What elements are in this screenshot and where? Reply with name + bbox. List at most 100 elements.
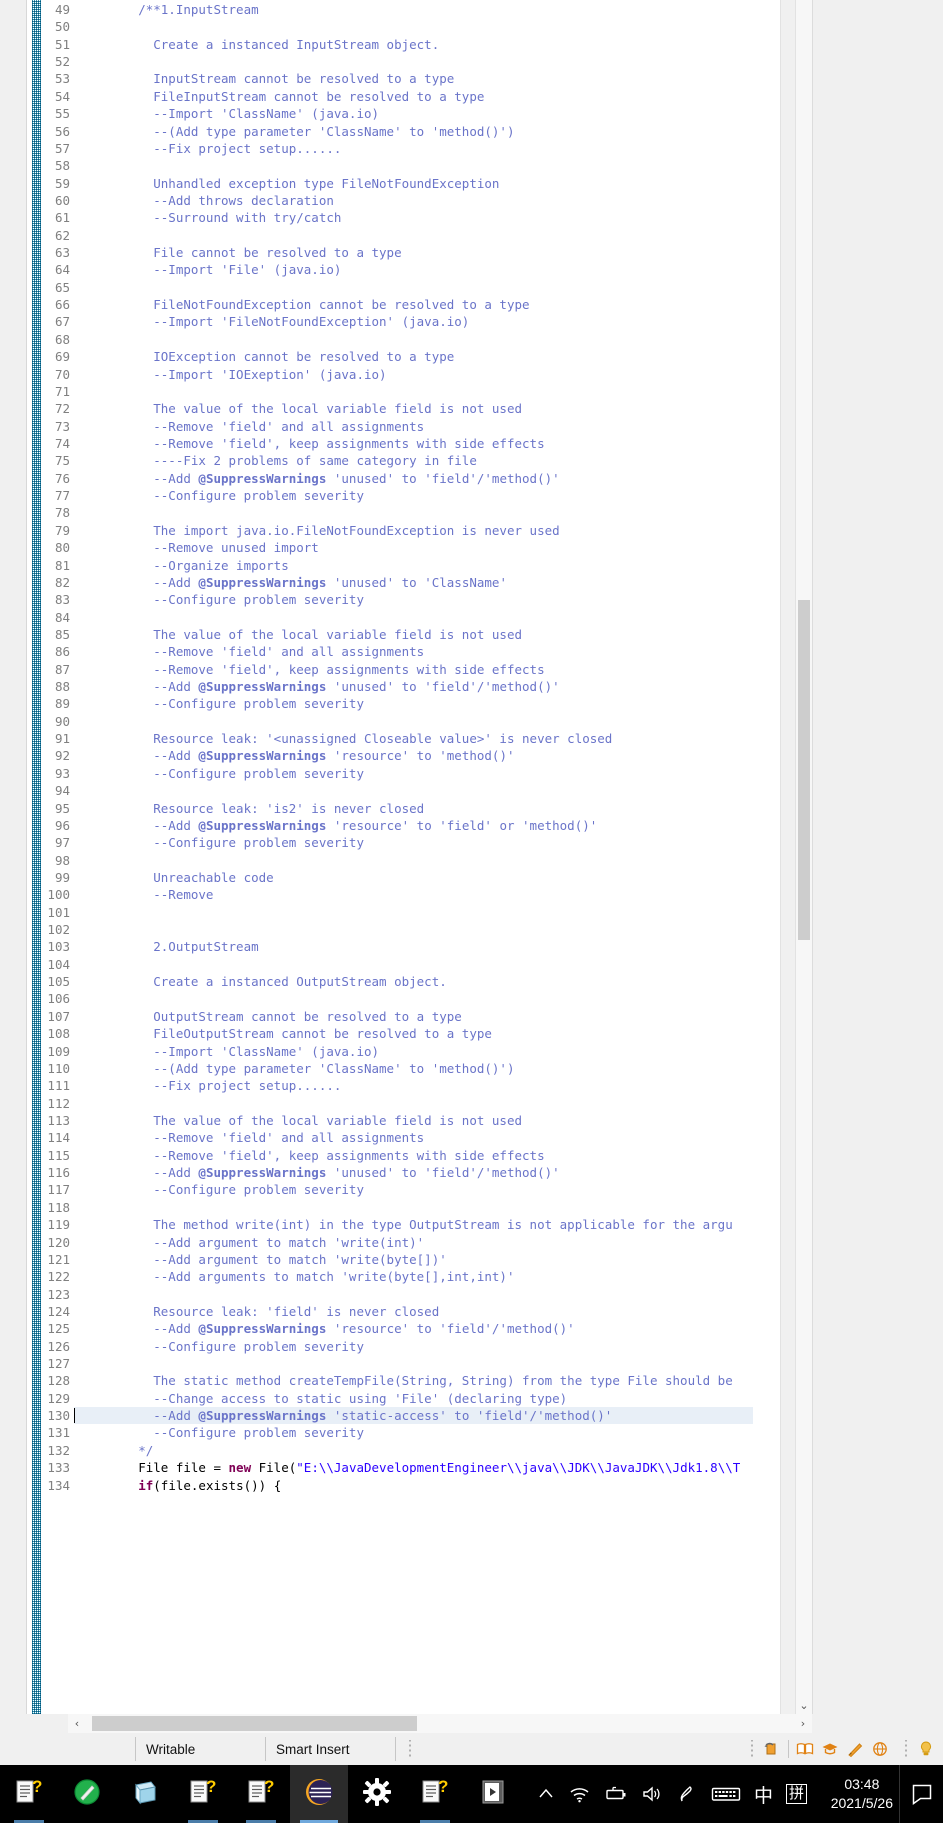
code-line[interactable]: --Remove 'field' and all assignments <box>74 1129 753 1146</box>
code-line[interactable]: --Add @SuppressWarnings 'resource' to 'f… <box>74 1320 753 1337</box>
code-line[interactable]: --Add @SuppressWarnings 'resource' to 'm… <box>74 747 753 764</box>
tip-bulb-icon[interactable] <box>917 1740 935 1758</box>
code-line[interactable]: Create a instanced InputStream object. <box>74 36 753 53</box>
code-line[interactable]: --Remove 'field' and all assignments <box>74 418 753 435</box>
code-line[interactable] <box>74 609 753 626</box>
code-line[interactable]: --Remove 'field' and all assignments <box>74 643 753 660</box>
task-help-doc-2[interactable]: ? <box>174 1765 232 1823</box>
code-line[interactable]: Resource leak: 'is2' is never closed <box>74 800 753 817</box>
code-line[interactable]: --Add @SuppressWarnings 'unused' to 'fie… <box>74 1164 753 1181</box>
code-line[interactable]: --Add @SuppressWarnings 'unused' to 'Cla… <box>74 574 753 591</box>
code-line[interactable]: --Add argument to match 'write(int)' <box>74 1234 753 1251</box>
code-line[interactable]: --Import 'ClassName' (java.io) <box>74 105 753 122</box>
battery-icon[interactable] <box>604 1784 628 1804</box>
status-trim-drag-dots-icon-2[interactable] <box>902 1740 910 1758</box>
task-help-doc-3[interactable]: ? <box>232 1765 290 1823</box>
code-line[interactable]: FileOutputStream cannot be resolved to a… <box>74 1025 753 1042</box>
code-line[interactable]: --Import 'FileNotFoundException' (java.i… <box>74 313 753 330</box>
code-line[interactable] <box>74 279 753 296</box>
code-line[interactable]: --Add @SuppressWarnings 'resource' to 'f… <box>74 817 753 834</box>
code-line[interactable]: --Remove unused import <box>74 539 753 556</box>
code-line[interactable]: --Configure problem severity <box>74 1424 753 1441</box>
code-line[interactable]: The value of the local variable field is… <box>74 626 753 643</box>
code-line[interactable] <box>74 921 753 938</box>
book-icon[interactable] <box>796 1740 814 1758</box>
code-line[interactable]: ----Fix 2 problems of same category in f… <box>74 452 753 469</box>
code-line[interactable] <box>74 53 753 70</box>
code-line[interactable]: IOException cannot be resolved to a type <box>74 348 753 365</box>
code-line[interactable]: --Remove 'field', keep assignments with … <box>74 661 753 678</box>
code-line[interactable]: */ <box>74 1442 753 1459</box>
java-editor[interactable]: 49 50 51 52 53 54 55 56 57 58 59 60 61 62 63 64 65 66 67 68… <box>0 0 943 1733</box>
code-line[interactable] <box>74 1286 753 1303</box>
code-line[interactable]: --Import 'File' (java.io) <box>74 261 753 278</box>
task-help-doc-4[interactable]: ? <box>406 1765 464 1823</box>
code-line[interactable]: FileNotFoundException cannot be resolved… <box>74 296 753 313</box>
code-line[interactable]: The static method createTempFile(String,… <box>74 1372 753 1389</box>
code-line[interactable]: 2.OutputStream <box>74 938 753 955</box>
code-line[interactable] <box>74 18 753 35</box>
ime-chinese-icon[interactable]: 中 <box>754 1781 773 1808</box>
code-line[interactable]: The import java.io.FileNotFoundException… <box>74 522 753 539</box>
code-line[interactable]: --Configure problem severity <box>74 1338 753 1355</box>
code-line[interactable]: The value of the local variable field is… <box>74 400 753 417</box>
code-line[interactable]: --Surround with try/catch <box>74 209 753 226</box>
code-line[interactable]: Unhandled exception type FileNotFoundExc… <box>74 175 753 192</box>
code-line[interactable]: --Remove 'field', keep assignments with … <box>74 1147 753 1164</box>
code-line[interactable]: --Fix project setup...... <box>74 140 753 157</box>
wifi-icon[interactable] <box>569 1784 591 1804</box>
pen-icon[interactable] <box>676 1783 698 1805</box>
status-insert-mode[interactable]: Smart Insert <box>265 1737 395 1761</box>
code-line[interactable] <box>74 956 753 973</box>
horizontal-scrollbar-thumb[interactable] <box>92 1716 417 1731</box>
status-writable[interactable]: Writable <box>135 1737 265 1761</box>
code-line[interactable] <box>74 904 753 921</box>
code-line[interactable] <box>74 1199 753 1216</box>
action-center-icon[interactable] <box>899 1765 943 1823</box>
horizontal-scrollbar[interactable]: ‹ › <box>68 1714 812 1733</box>
scroll-down-icon[interactable]: ⌄ <box>796 1696 812 1714</box>
code-line[interactable]: Resource leak: 'field' is never closed <box>74 1303 753 1320</box>
code-line[interactable]: --Remove 'field', keep assignments with … <box>74 435 753 452</box>
code-line[interactable] <box>74 227 753 244</box>
code-line[interactable]: The method write(int) in the type Output… <box>74 1216 753 1233</box>
code-line[interactable]: --Configure problem severity <box>74 487 753 504</box>
editor-lock-icon[interactable] <box>763 1740 781 1758</box>
code-line[interactable] <box>74 383 753 400</box>
code-line[interactable]: --Remove <box>74 886 753 903</box>
status-trim-drag-dots-icon[interactable] <box>748 1740 756 1758</box>
code-line[interactable]: Create a instanced OutputStream object. <box>74 973 753 990</box>
code-line[interactable]: --Configure problem severity <box>74 1181 753 1198</box>
status-drag-handle[interactable] <box>395 1737 418 1761</box>
code-line[interactable]: if(file.exists()) { <box>74 1477 753 1494</box>
code-line[interactable]: File file = new File("E:\\JavaDevelopmen… <box>74 1459 753 1476</box>
overview-ruler[interactable] <box>780 0 796 1714</box>
code-line[interactable]: --Fix project setup...... <box>74 1077 753 1094</box>
graduation-cap-icon[interactable] <box>821 1740 839 1758</box>
keyboard-icon[interactable] <box>711 1784 741 1804</box>
code-line[interactable] <box>74 331 753 348</box>
code-line[interactable] <box>74 157 753 174</box>
code-line[interactable] <box>74 1355 753 1372</box>
vertical-scrollbar[interactable]: ⌄ <box>796 0 812 1714</box>
code-line[interactable]: --Add argument to match 'write(byte[])' <box>74 1251 753 1268</box>
taskbar-clock[interactable]: 03:48 2021/5/26 <box>831 1775 899 1813</box>
code-line[interactable]: --Configure problem severity <box>74 591 753 608</box>
code-line[interactable]: The value of the local variable field is… <box>74 1112 753 1129</box>
task-help-doc-1[interactable]: ? <box>0 1765 58 1823</box>
code-line[interactable]: Resource leak: '<unassigned Closeable va… <box>74 730 753 747</box>
code-line[interactable]: --(Add type parameter 'ClassName' to 'me… <box>74 1060 753 1077</box>
code-line[interactable]: --Add arguments to match 'write(byte[],i… <box>74 1268 753 1285</box>
code-line[interactable]: --Configure problem severity <box>74 834 753 851</box>
code-line[interactable]: InputStream cannot be resolved to a type <box>74 70 753 87</box>
code-line[interactable]: --Import 'IOExeption' (java.io) <box>74 366 753 383</box>
show-hidden-icons-chevron[interactable] <box>536 1784 556 1804</box>
code-line[interactable] <box>74 713 753 730</box>
code-line[interactable]: --Add @SuppressWarnings 'unused' to 'fie… <box>74 678 753 695</box>
code-line[interactable] <box>74 504 753 521</box>
code-line[interactable]: --(Add type parameter 'ClassName' to 'me… <box>74 123 753 140</box>
code-line[interactable]: Unreachable code <box>74 869 753 886</box>
scroll-left-icon[interactable]: ‹ <box>68 1714 86 1733</box>
code-line[interactable] <box>74 782 753 799</box>
code-line[interactable]: FileInputStream cannot be resolved to a … <box>74 88 753 105</box>
